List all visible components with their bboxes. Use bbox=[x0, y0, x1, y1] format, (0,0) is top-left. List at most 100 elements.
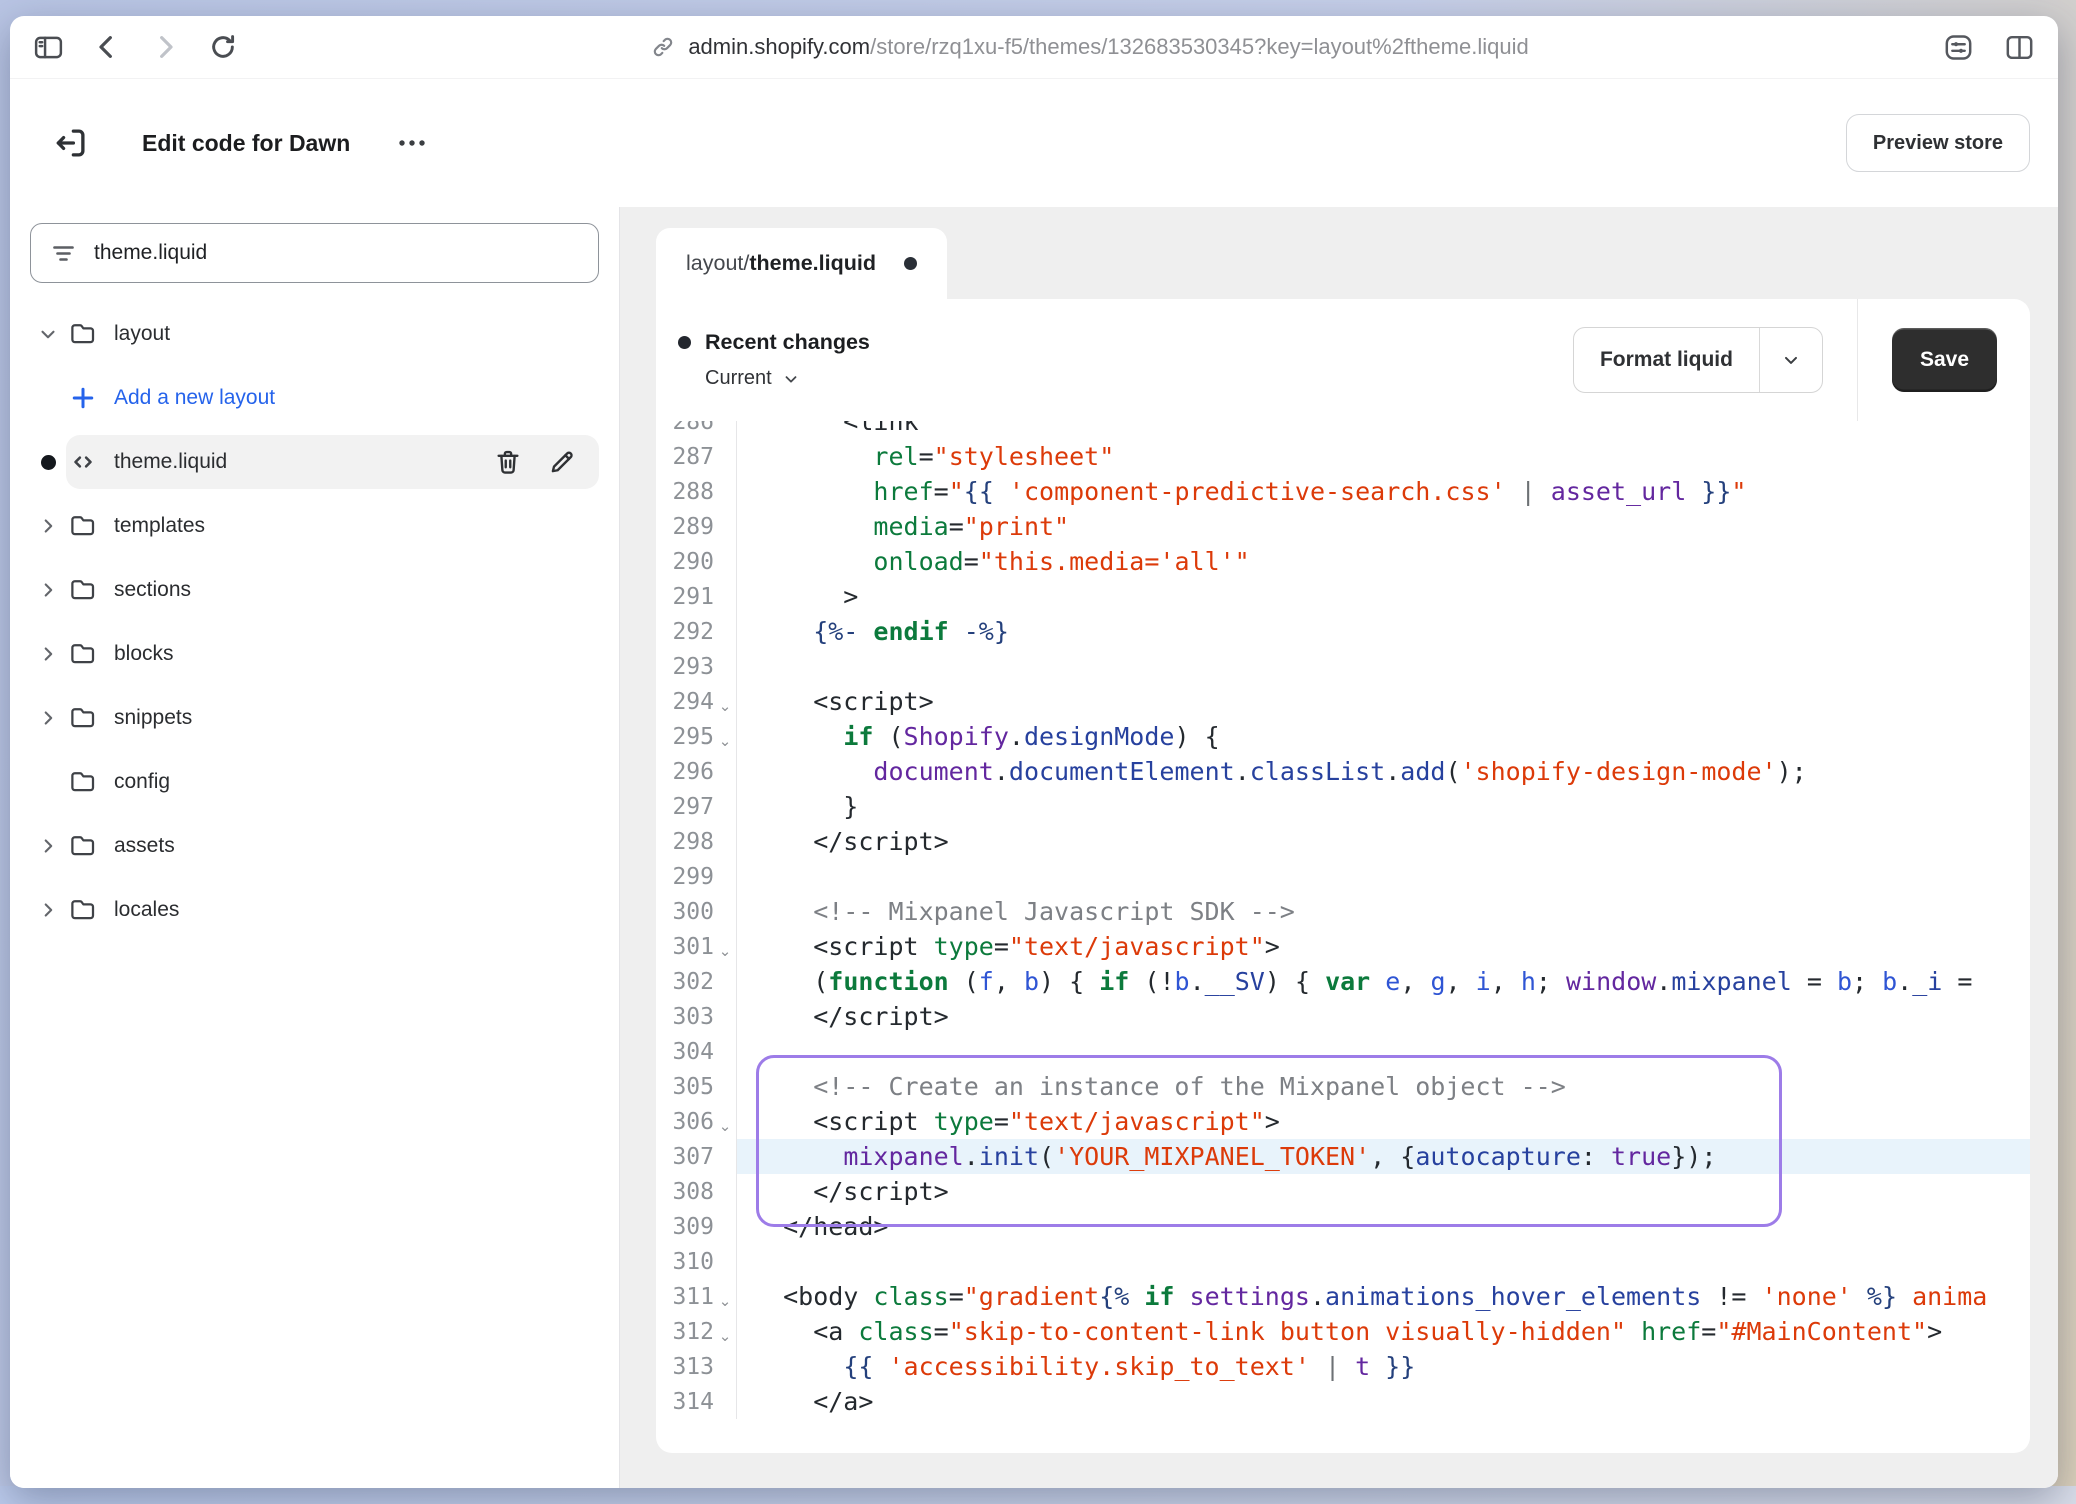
code-text[interactable]: > bbox=[737, 579, 2030, 614]
fold-chevron-icon[interactable]: ⌄ bbox=[714, 1284, 736, 1310]
more-menu-icon[interactable] bbox=[394, 125, 430, 161]
code-text[interactable]: </script> bbox=[737, 999, 2030, 1034]
gutter-298[interactable]: 298 bbox=[656, 824, 737, 859]
gutter-301[interactable]: 301⌄ bbox=[656, 929, 737, 964]
gutter-290[interactable]: 290 bbox=[656, 544, 737, 579]
search-input[interactable] bbox=[92, 240, 598, 266]
gutter-314[interactable]: 314 bbox=[656, 1384, 737, 1419]
trash-icon[interactable] bbox=[493, 447, 523, 477]
sidebar-item-sections[interactable]: sections bbox=[30, 565, 599, 615]
preview-store-button[interactable]: Preview store bbox=[1846, 114, 2030, 172]
gutter-300[interactable]: 300 bbox=[656, 894, 737, 929]
gutter-288[interactable]: 288 bbox=[656, 474, 737, 509]
code-text[interactable] bbox=[737, 649, 2030, 684]
sidebar-item-snippets[interactable]: snippets bbox=[30, 693, 599, 743]
sidebar-item-layout[interactable]: layout bbox=[30, 309, 599, 359]
code-text[interactable]: (function (f, b) { if (!b.__SV) { var e,… bbox=[737, 964, 2030, 999]
browser-settings-icon[interactable] bbox=[1942, 31, 1975, 64]
save-button[interactable]: Save bbox=[1892, 328, 1997, 392]
code-text[interactable]: <link bbox=[737, 421, 2030, 439]
code-text[interactable]: <!-- Create an instance of the Mixpanel … bbox=[737, 1069, 2030, 1104]
tab-theme-liquid[interactable]: layout/theme.liquid bbox=[656, 228, 947, 299]
reload-icon[interactable] bbox=[207, 31, 239, 63]
chevron-right-icon[interactable] bbox=[30, 899, 66, 921]
code-text[interactable]: if (Shopify.designMode) { bbox=[737, 719, 2030, 754]
format-options-chevron-icon[interactable] bbox=[1759, 328, 1822, 392]
sidebar-item-config[interactable]: config bbox=[30, 757, 599, 807]
gutter-287[interactable]: 287 bbox=[656, 439, 737, 474]
code-text[interactable]: </a> bbox=[737, 1384, 2030, 1419]
gutter-294[interactable]: 294⌄ bbox=[656, 684, 737, 719]
code-text[interactable]: href="{{ 'component-predictive-search.cs… bbox=[737, 474, 2030, 509]
gutter-305[interactable]: 305 bbox=[656, 1069, 737, 1104]
split-view-icon[interactable] bbox=[2003, 31, 2036, 64]
gutter-310[interactable]: 310 bbox=[656, 1244, 737, 1279]
file-search[interactable] bbox=[30, 223, 599, 283]
gutter-306[interactable]: 306⌄ bbox=[656, 1104, 737, 1139]
code-text[interactable]: <a class="skip-to-content-link button vi… bbox=[737, 1314, 2030, 1349]
sidebar-item-assets[interactable]: assets bbox=[30, 821, 599, 871]
gutter-297[interactable]: 297 bbox=[656, 789, 737, 824]
gutter-299[interactable]: 299 bbox=[656, 859, 737, 894]
exit-icon[interactable] bbox=[52, 124, 90, 162]
sidebar-item-templates[interactable]: templates bbox=[30, 501, 599, 551]
gutter-311[interactable]: 311⌄ bbox=[656, 1279, 737, 1314]
chevron-right-icon[interactable] bbox=[30, 835, 66, 857]
sidebar-toggle-icon[interactable] bbox=[32, 31, 65, 64]
code-text[interactable]: <script> bbox=[737, 684, 2030, 719]
chevron-right-icon[interactable] bbox=[30, 643, 66, 665]
code-text[interactable]: </script> bbox=[737, 824, 2030, 859]
fold-chevron-icon[interactable]: ⌄ bbox=[714, 724, 736, 750]
code-text[interactable]: </script> bbox=[737, 1174, 2030, 1209]
back-icon[interactable] bbox=[91, 31, 123, 63]
fold-chevron-icon[interactable]: ⌄ bbox=[714, 934, 736, 960]
gutter-304[interactable]: 304 bbox=[656, 1034, 737, 1069]
format-liquid-button[interactable]: Format liquid bbox=[1573, 327, 1823, 393]
code-text[interactable]: onload="this.media='all'" bbox=[737, 544, 2030, 579]
code-text[interactable] bbox=[737, 1244, 2030, 1279]
gutter-286[interactable]: 286 bbox=[656, 421, 737, 439]
code-text[interactable]: document.documentElement.classList.add('… bbox=[737, 754, 2030, 789]
chevron-right-icon[interactable] bbox=[30, 579, 66, 601]
code-editor[interactable]: 286 <link287 rel="stylesheet"288 href="{… bbox=[656, 421, 2030, 1436]
code-text[interactable]: {%- endif -%} bbox=[737, 614, 2030, 649]
chevron-right-icon[interactable] bbox=[30, 707, 66, 729]
gutter-308[interactable]: 308 bbox=[656, 1174, 737, 1209]
version-dropdown[interactable]: Current bbox=[705, 367, 870, 390]
chevron-right-icon[interactable] bbox=[30, 515, 66, 537]
gutter-313[interactable]: 313 bbox=[656, 1349, 737, 1384]
code-text[interactable] bbox=[737, 1034, 2030, 1069]
gutter-296[interactable]: 296 bbox=[656, 754, 737, 789]
code-text[interactable]: rel="stylesheet" bbox=[737, 439, 2030, 474]
gutter-307[interactable]: 307 bbox=[656, 1139, 737, 1174]
sidebar-item-add-layout[interactable]: Add a new layout bbox=[30, 373, 599, 423]
fold-chevron-icon[interactable]: ⌄ bbox=[714, 1319, 736, 1345]
gutter-309[interactable]: 309 bbox=[656, 1209, 737, 1244]
pencil-icon[interactable] bbox=[547, 447, 577, 477]
code-text[interactable]: </head> bbox=[737, 1209, 2030, 1244]
gutter-292[interactable]: 292 bbox=[656, 614, 737, 649]
chevron-down-icon[interactable] bbox=[30, 323, 66, 345]
forward-icon[interactable] bbox=[149, 31, 181, 63]
gutter-302[interactable]: 302 bbox=[656, 964, 737, 999]
gutter-289[interactable]: 289 bbox=[656, 509, 737, 544]
address-bar[interactable]: admin.shopify.com/store/rzq1xu-f5/themes… bbox=[265, 34, 1914, 60]
code-text[interactable]: <!-- Mixpanel Javascript SDK --> bbox=[737, 894, 2030, 929]
code-text[interactable]: <script type="text/javascript"> bbox=[737, 929, 2030, 964]
code-text[interactable]: } bbox=[737, 789, 2030, 824]
sidebar-item-blocks[interactable]: blocks bbox=[30, 629, 599, 679]
code-text[interactable]: media="print" bbox=[737, 509, 2030, 544]
sidebar-item-locales[interactable]: locales bbox=[30, 885, 599, 935]
code-text[interactable] bbox=[737, 859, 2030, 894]
gutter-291[interactable]: 291 bbox=[656, 579, 737, 614]
sidebar-item-theme-liquid[interactable]: theme.liquid bbox=[30, 437, 599, 487]
gutter-303[interactable]: 303 bbox=[656, 999, 737, 1034]
gutter-295[interactable]: 295⌄ bbox=[656, 719, 737, 754]
code-text[interactable]: <body class="gradient{% if settings.anim… bbox=[737, 1279, 2030, 1314]
gutter-312[interactable]: 312⌄ bbox=[656, 1314, 737, 1349]
gutter-293[interactable]: 293 bbox=[656, 649, 737, 684]
code-text[interactable]: mixpanel.init('YOUR_MIXPANEL_TOKEN', {au… bbox=[737, 1139, 2030, 1174]
code-text[interactable]: {{ 'accessibility.skip_to_text' | t }} bbox=[737, 1349, 2030, 1384]
fold-chevron-icon[interactable]: ⌄ bbox=[714, 689, 736, 715]
fold-chevron-icon[interactable]: ⌄ bbox=[714, 1109, 736, 1135]
